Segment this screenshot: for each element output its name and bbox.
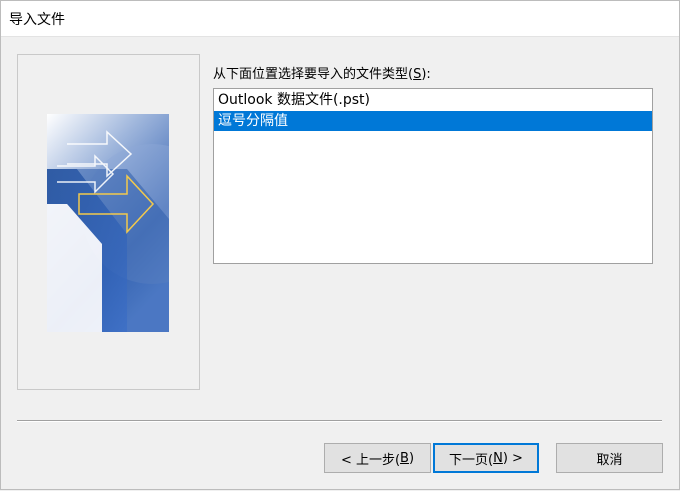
- back-button[interactable]: < 上一步(B): [324, 443, 431, 473]
- import-arrows-illustration: [47, 114, 169, 332]
- back-button-label-end: ): [408, 450, 415, 466]
- file-type-prompt: 从下面位置选择要导入的文件类型(S):: [213, 63, 431, 82]
- cancel-button[interactable]: 取消: [556, 443, 663, 473]
- window-title: 导入文件: [9, 12, 65, 28]
- title-bar: 导入文件: [0, 0, 680, 37]
- file-type-listbox[interactable]: Outlook 数据文件(.pst) 逗号分隔值: [213, 88, 653, 264]
- list-item-csv[interactable]: 逗号分隔值: [214, 111, 652, 131]
- prompt-text-end: ):: [421, 67, 431, 82]
- list-item-pst[interactable]: Outlook 数据文件(.pst): [214, 90, 652, 110]
- next-button-mnemonic: N: [493, 450, 503, 466]
- next-button-label: 下一页(: [449, 452, 494, 468]
- wizard-graphic-panel: [17, 54, 200, 390]
- next-button[interactable]: 下一页(N) >: [433, 443, 539, 473]
- prompt-text: 从下面位置选择要导入的文件类型(: [213, 67, 414, 82]
- back-button-mnemonic: B: [400, 450, 409, 466]
- back-button-label: < 上一步(: [340, 452, 401, 468]
- next-button-label-end: ) >: [502, 450, 523, 466]
- separator: [17, 420, 662, 422]
